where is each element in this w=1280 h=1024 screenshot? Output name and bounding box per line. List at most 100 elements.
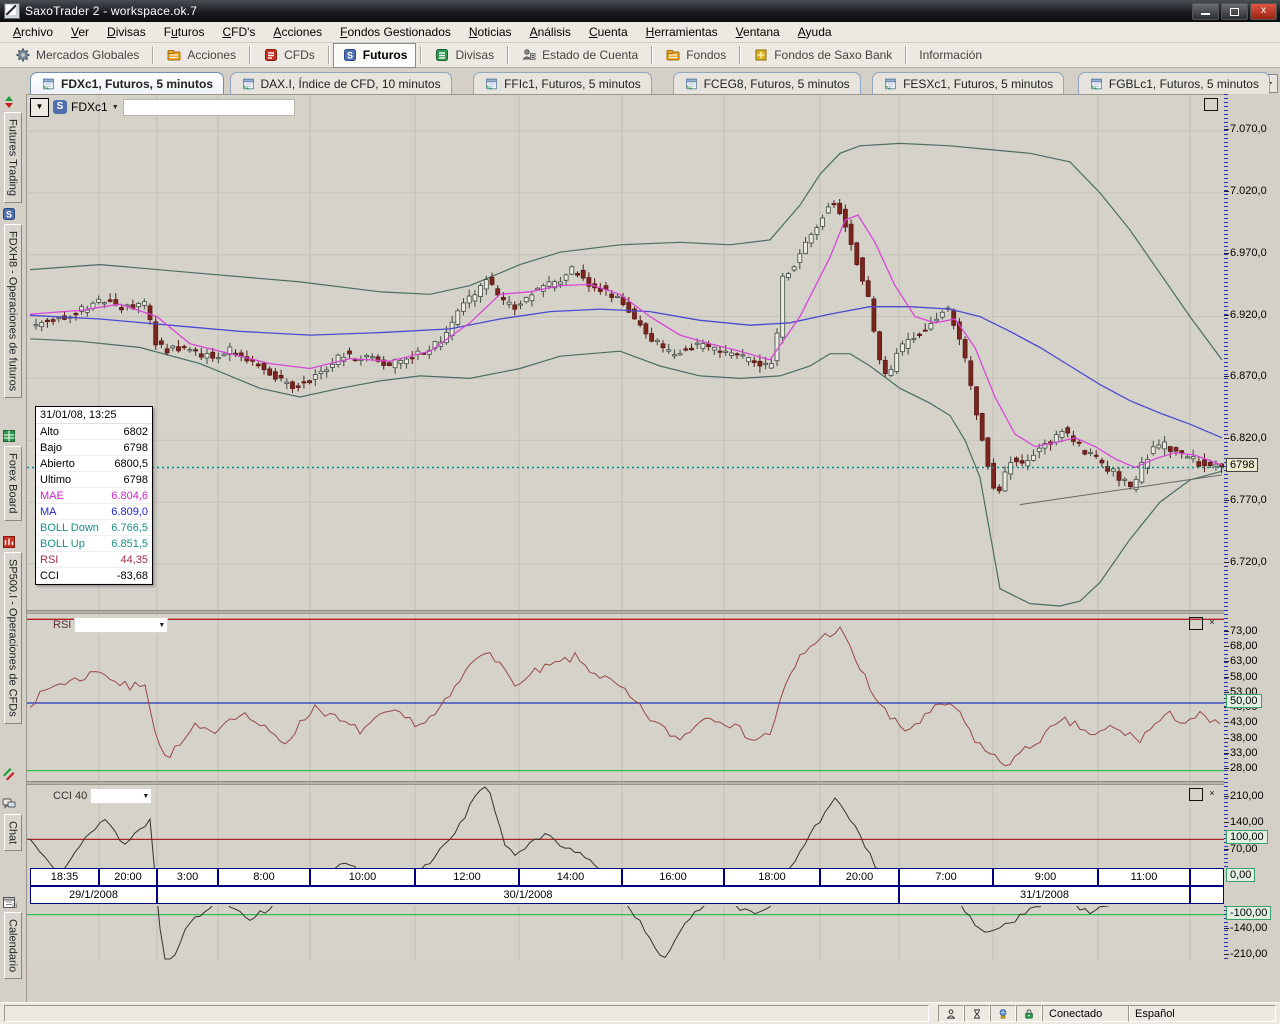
doc-tab-icon	[1089, 77, 1104, 91]
sidebar-item-futures-trading[interactable]: Futures Trading	[1, 94, 24, 206]
tab-label: DAX.I, Índice de CFD, 10 minutos	[261, 77, 441, 91]
menu-item-futuros[interactable]: Futuros	[155, 23, 214, 41]
price-chart-canvas[interactable]	[27, 95, 1224, 611]
sidebar-item-calendario[interactable]: 31Calendario	[1, 894, 24, 982]
info-row-value: 6.766,5	[111, 522, 148, 534]
rsi-tick-label: 38,00	[1230, 732, 1258, 744]
tab-fceg8[interactable]: FCEG8, Futuros, 5 minutos	[673, 72, 861, 94]
tab-fesxc1[interactable]: FESXc1, Futuros, 5 minutos	[872, 72, 1064, 94]
info-row-value: 6.804,6	[111, 490, 148, 502]
price-tick-label: 6.870,0	[1230, 370, 1267, 382]
rsi-tick-label: 43,00	[1230, 716, 1258, 728]
menu-item-herramientas[interactable]: Herramientas	[637, 23, 727, 41]
time-cell-11-00: 11:00	[1098, 868, 1190, 886]
date-cell-30-1-2008: 30/1/2008	[157, 886, 899, 904]
toolbar-button-futuros[interactable]: SFuturos	[333, 43, 417, 68]
menu-item-analisis[interactable]: Análisis	[521, 23, 580, 41]
info-row-value: 6798	[124, 474, 148, 486]
symbol-input[interactable]	[123, 99, 295, 116]
chart-maximize-button[interactable]	[1204, 98, 1218, 111]
symbol-label[interactable]: FDXc1	[71, 100, 108, 114]
info-row-label: BOLL Down	[40, 522, 99, 534]
info-row-label: CCI	[40, 570, 59, 582]
toolbar-button-fondos[interactable]: Fondos	[656, 43, 735, 68]
tab-fdxc1[interactable]: FDXc1, Futuros, 5 minutos	[30, 72, 224, 94]
info-row-label: Ultimo	[40, 474, 71, 486]
price-tick-label: 6.720,0	[1230, 556, 1267, 568]
sidebar-item-icon-4[interactable]	[1, 766, 24, 782]
sidebar-item-chat[interactable]: Chat	[1, 796, 24, 854]
menu-item-divisas[interactable]: Divisas	[98, 23, 155, 41]
doc-tab-icon	[684, 77, 699, 91]
tab-fgblc1[interactable]: FGBLc1, Futuros, 5 minutos	[1078, 72, 1270, 94]
toolbar-button-label: Estado de Cuenta	[542, 48, 638, 62]
menu-item-ventana[interactable]: Ventana	[727, 23, 789, 41]
info-row-label: Alto	[40, 426, 59, 438]
menu-item-cfd-s[interactable]: CFD's	[213, 23, 264, 41]
rsi-maximize-button[interactable]	[1189, 617, 1203, 630]
menu-item-cuenta[interactable]: Cuenta	[580, 23, 637, 41]
tab-dax-i[interactable]: DAX.I, Índice de CFD, 10 minutos	[230, 72, 452, 94]
rsi-close-button[interactable]: ×	[1206, 617, 1218, 628]
tab-ffic1[interactable]: FFIc1, Futuros, 5 minutos	[473, 72, 652, 94]
cci-tick-label: -210,00	[1230, 948, 1267, 960]
doc-tab-icon	[41, 77, 56, 91]
time-cell-20-00: 20:00	[99, 868, 157, 886]
cci-maximize-button[interactable]	[1189, 788, 1203, 801]
toolbar-button-mercados-globales[interactable]: Mercados Globales	[6, 43, 148, 68]
toolbar-button-acciones[interactable]: Acciones	[157, 43, 245, 68]
toolbar-button-label: Fondos de Saxo Bank	[774, 48, 892, 62]
sidebar-item-fdxh8-operaciones-de-futuros[interactable]: SFDXH8 - Operaciones de futuros	[1, 206, 24, 401]
menu-item-acciones[interactable]: Acciones	[264, 23, 331, 41]
menu-item-ver[interactable]: Ver	[62, 23, 98, 41]
status-lock-icon	[1016, 1005, 1042, 1022]
toolbar-separator	[739, 46, 740, 64]
info-row-value: 6.851,5	[111, 538, 148, 550]
info-row-value: 6.809,0	[111, 506, 148, 518]
sidebar-item-label: Chat	[4, 814, 22, 851]
toolbar-button-informacion[interactable]: Información	[910, 43, 991, 68]
menu-item-ayuda[interactable]: Ayuda	[789, 23, 841, 41]
document-tab-strip: ◀ ▶ FDXc1, Futuros, 5 minutosDAX.I, Índi…	[0, 70, 1280, 94]
info-row-value: 6800,5	[114, 458, 148, 470]
restore-button[interactable]	[1221, 3, 1248, 20]
close-button[interactable]: x	[1250, 3, 1277, 20]
chart-dropdown-button[interactable]: ▼	[30, 98, 49, 117]
cci-settings-input[interactable]: ▼	[90, 788, 152, 804]
price-tick-label: 7.020,0	[1230, 185, 1267, 197]
cci-title: CCI 40	[53, 790, 87, 802]
toolbar-button-label: CFDs	[284, 48, 315, 62]
toolbar-button-divisas[interactable]: Divisas	[425, 43, 503, 68]
cci-close-button[interactable]: ×	[1206, 788, 1218, 799]
toolbar-separator	[152, 46, 153, 64]
menu-item-noticias[interactable]: Noticias	[460, 23, 521, 41]
date-cell-3	[1190, 886, 1224, 904]
price-tick-label: 6.970,0	[1230, 247, 1267, 259]
toolbar-button-cfds[interactable]: CFDs	[254, 43, 324, 68]
cci-level-box: 0,00	[1226, 868, 1255, 882]
info-row-boll-up: BOLL Up6.851,5	[36, 536, 152, 552]
gear-icon	[15, 47, 31, 63]
minimize-button[interactable]	[1192, 3, 1219, 20]
menu-bar: ArchivoVerDivisasFuturosCFD'sAccionesFon…	[0, 22, 1280, 43]
rsi-chart-canvas[interactable]	[27, 614, 1224, 782]
toolbar: Mercados Globales Acciones CFDs SFuturos Div…	[0, 43, 1280, 68]
menu-item-fondos-gestionados[interactable]: Fondos Gestionados	[331, 23, 460, 41]
info-row-value: 44,35	[120, 554, 148, 566]
time-axis[interactable]: 18:3520:003:008:0010:0012:0014:0016:0018…	[27, 868, 1280, 906]
status-network-icon	[990, 1005, 1016, 1022]
doc-tab-icon	[241, 77, 256, 91]
toolbar-button-fondos-de-saxo-bank[interactable]: Fondos de Saxo Bank	[744, 43, 901, 68]
toolbar-separator	[420, 46, 421, 64]
info-row-label: MAE	[40, 490, 64, 502]
rsi-tick-label: 58,00	[1230, 671, 1258, 683]
menu-item-archivo[interactable]: Archivo	[4, 23, 62, 41]
sidebar-item-forex-board[interactable]: Forex Board	[1, 428, 24, 524]
current-price-box: 6798	[1226, 458, 1258, 472]
calendar-icon: 31	[1, 894, 24, 910]
rsi-settings-input[interactable]: ▼	[74, 617, 168, 633]
time-cell-16-00: 16:00	[622, 868, 724, 886]
sidebar-item-sp500-i-operaciones-de-cfds[interactable]: SP500.I - Operaciones de CFDs	[1, 534, 24, 727]
cci-level-box: -100,00	[1226, 906, 1271, 920]
toolbar-button-estado-de-cuenta[interactable]: Estado de Cuenta	[512, 43, 647, 68]
